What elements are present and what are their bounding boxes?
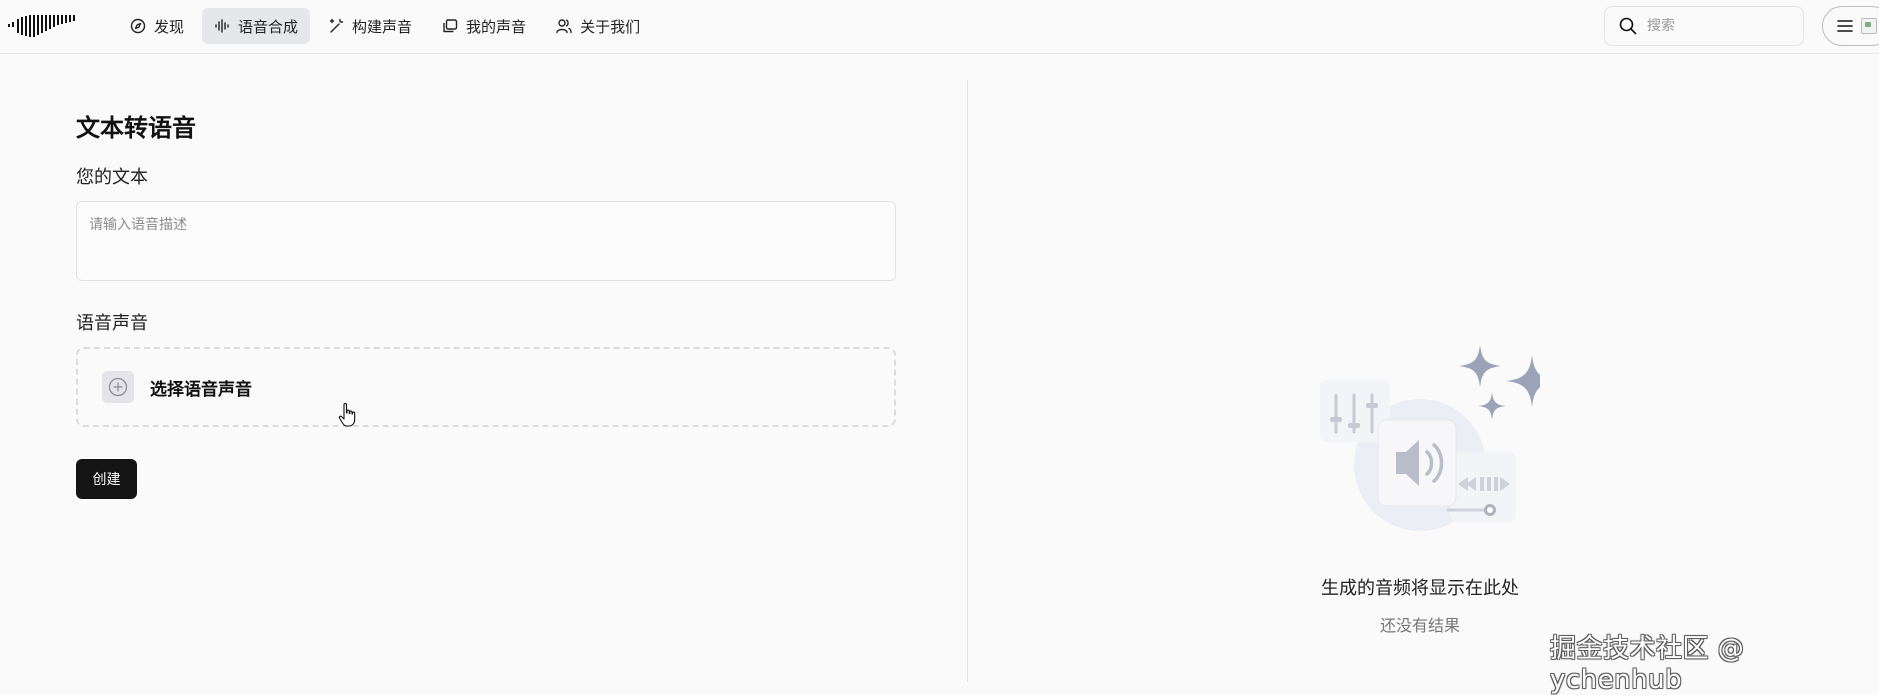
audio-illustration — [1320, 345, 1540, 531]
nav-item-label: 语音合成 — [238, 17, 299, 36]
main-nav: 发现 语音合成 构建声音 我的声音 关于我们 — [118, 8, 652, 44]
avatar — [1861, 18, 1877, 34]
page-title: 文本转语音 — [76, 114, 196, 142]
text-input[interactable] — [76, 201, 896, 281]
magic-wand-icon — [329, 18, 344, 33]
search-icon — [1619, 17, 1637, 35]
folder-stack-icon — [443, 19, 458, 33]
create-button[interactable]: 创建 — [76, 459, 137, 499]
hamburger-menu-icon — [1837, 20, 1853, 32]
waveform-logo[interactable] — [6, 14, 76, 38]
voice-field-label: 语音声音 — [76, 313, 148, 334]
nav-item-label: 我的声音 — [466, 17, 527, 36]
nav-item-speech-synthesis[interactable]: 语音合成 — [202, 8, 311, 44]
nav-item-discover[interactable]: 发现 — [118, 8, 196, 44]
empty-state-title: 生成的音频将显示在此处 — [1321, 578, 1519, 599]
top-navigation-bar: 发现 语音合成 构建声音 我的声音 关于我们 搜索 — [0, 0, 1879, 54]
nav-item-about-us[interactable]: 关于我们 — [544, 8, 652, 44]
empty-state-subtitle: 还没有结果 — [1379, 616, 1460, 635]
hand-pointer-icon — [338, 403, 356, 427]
nav-item-build-voice[interactable]: 构建声音 — [316, 8, 424, 44]
nav-item-my-voices[interactable]: 我的声音 — [430, 8, 538, 44]
user-menu-button[interactable] — [1822, 6, 1879, 46]
compass-icon — [130, 18, 146, 34]
select-voice-label: 选择语音声音 — [150, 379, 252, 400]
nav-item-label: 发现 — [154, 17, 185, 36]
text-field-label: 您的文本 — [76, 167, 148, 188]
users-icon — [556, 19, 572, 34]
nav-item-label: 构建声音 — [352, 17, 413, 36]
waveform-icon — [215, 19, 229, 33]
plus-box — [102, 371, 134, 403]
audio-result-empty-state: 生成的音频将显示在此处 还没有结果 — [1300, 340, 1540, 636]
search-input[interactable] — [1647, 18, 1787, 34]
search-box[interactable] — [1604, 6, 1804, 46]
watermark: 掘金技术社区 @ ychenhub — [1550, 634, 1745, 695]
plus-circle-icon — [108, 377, 128, 397]
select-voice-button[interactable]: 选择语音声音 — [76, 347, 896, 427]
tts-form-panel: 文本转语音 您的文本 语音声音 选择语音声音 创建 — [76, 108, 896, 499]
nav-item-label: 关于我们 — [580, 17, 641, 36]
panel-divider — [967, 80, 968, 682]
